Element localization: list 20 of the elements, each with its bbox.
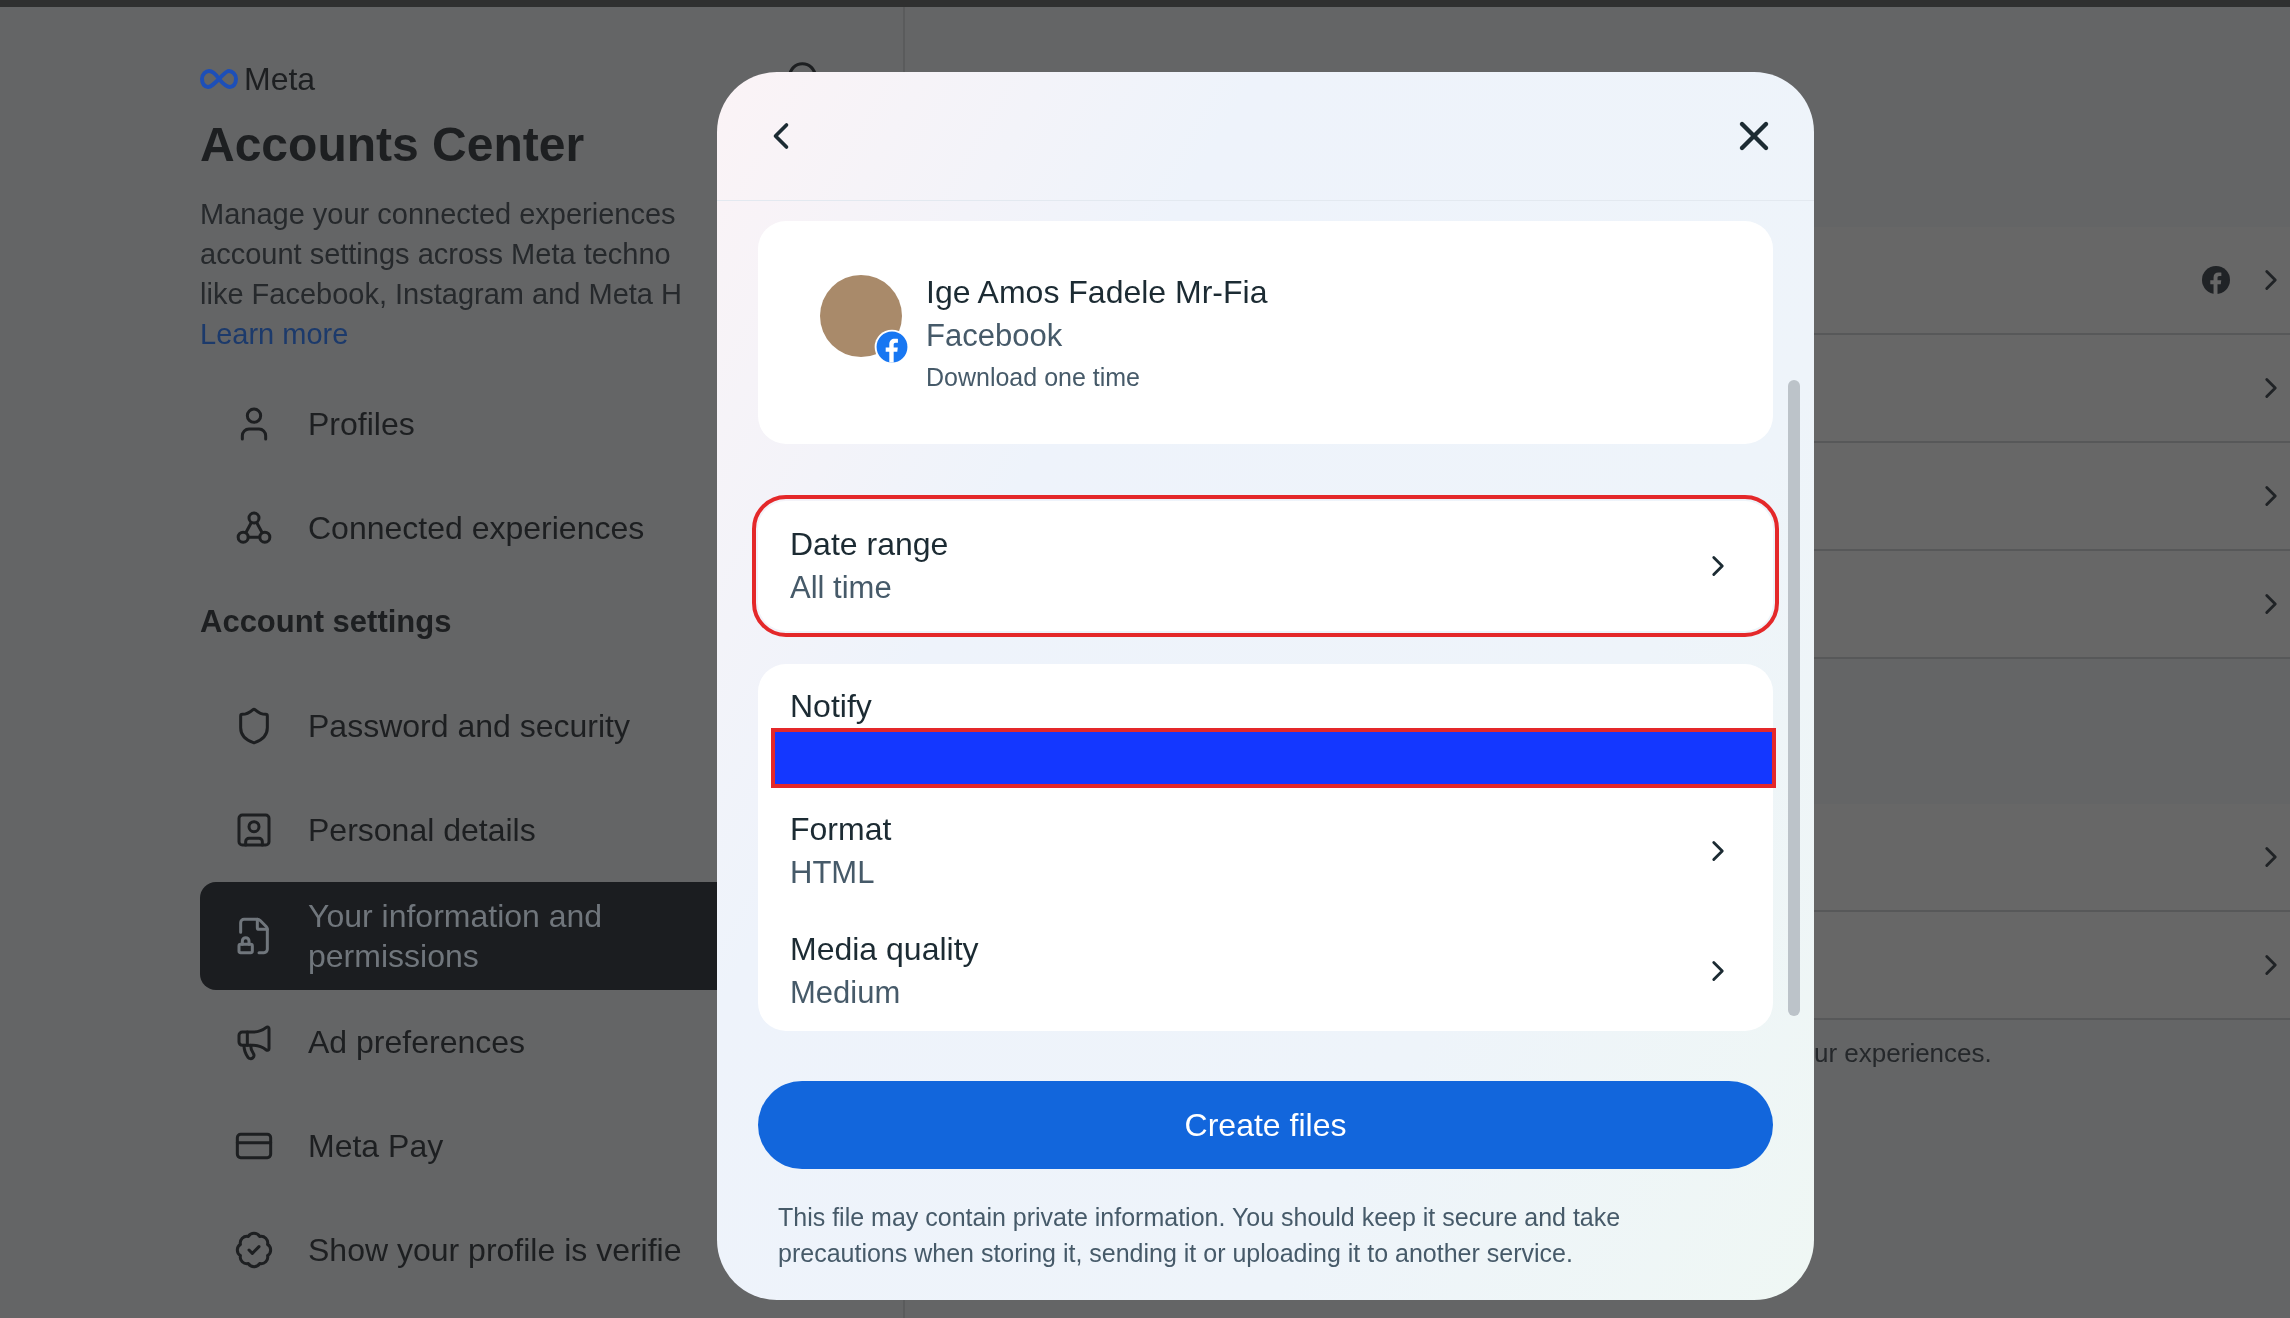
infinity-logo-icon bbox=[200, 69, 238, 89]
description-text: like Facebook, Instagram and Meta H bbox=[200, 277, 683, 312]
create-files-button[interactable]: Create files bbox=[758, 1081, 1773, 1169]
option-row[interactable]: Date range All time bbox=[758, 501, 1773, 631]
brand-name: Meta bbox=[244, 60, 316, 98]
profile-note: Download one time bbox=[926, 361, 1141, 393]
section-heading: Account settings bbox=[200, 603, 453, 641]
panel-text: ur experiences. bbox=[1814, 1038, 1993, 1069]
scrollbar[interactable] bbox=[1788, 380, 1800, 1016]
facebook-badge-icon bbox=[874, 329, 910, 365]
learn-more-link[interactable]: Learn more bbox=[200, 314, 349, 354]
option-row[interactable]: Notify bbox=[758, 664, 1773, 791]
facebook-logo-icon bbox=[2202, 266, 2230, 294]
description-text: account settings across Meta techno bbox=[200, 237, 672, 272]
profile-name: Ige Amos Fadele Mr-Fia bbox=[926, 272, 1268, 312]
page-title: Accounts Center bbox=[200, 117, 585, 172]
verified-badge-icon bbox=[234, 1230, 274, 1270]
profile-platform: Facebook bbox=[926, 316, 1064, 355]
disclaimer-text: This file may contain private information. You should keep it secure and take precautions when storing it, sending it or uploading it to another service. bbox=[777, 1202, 1622, 1269]
description-text: Manage your connected experiences bbox=[200, 197, 677, 232]
